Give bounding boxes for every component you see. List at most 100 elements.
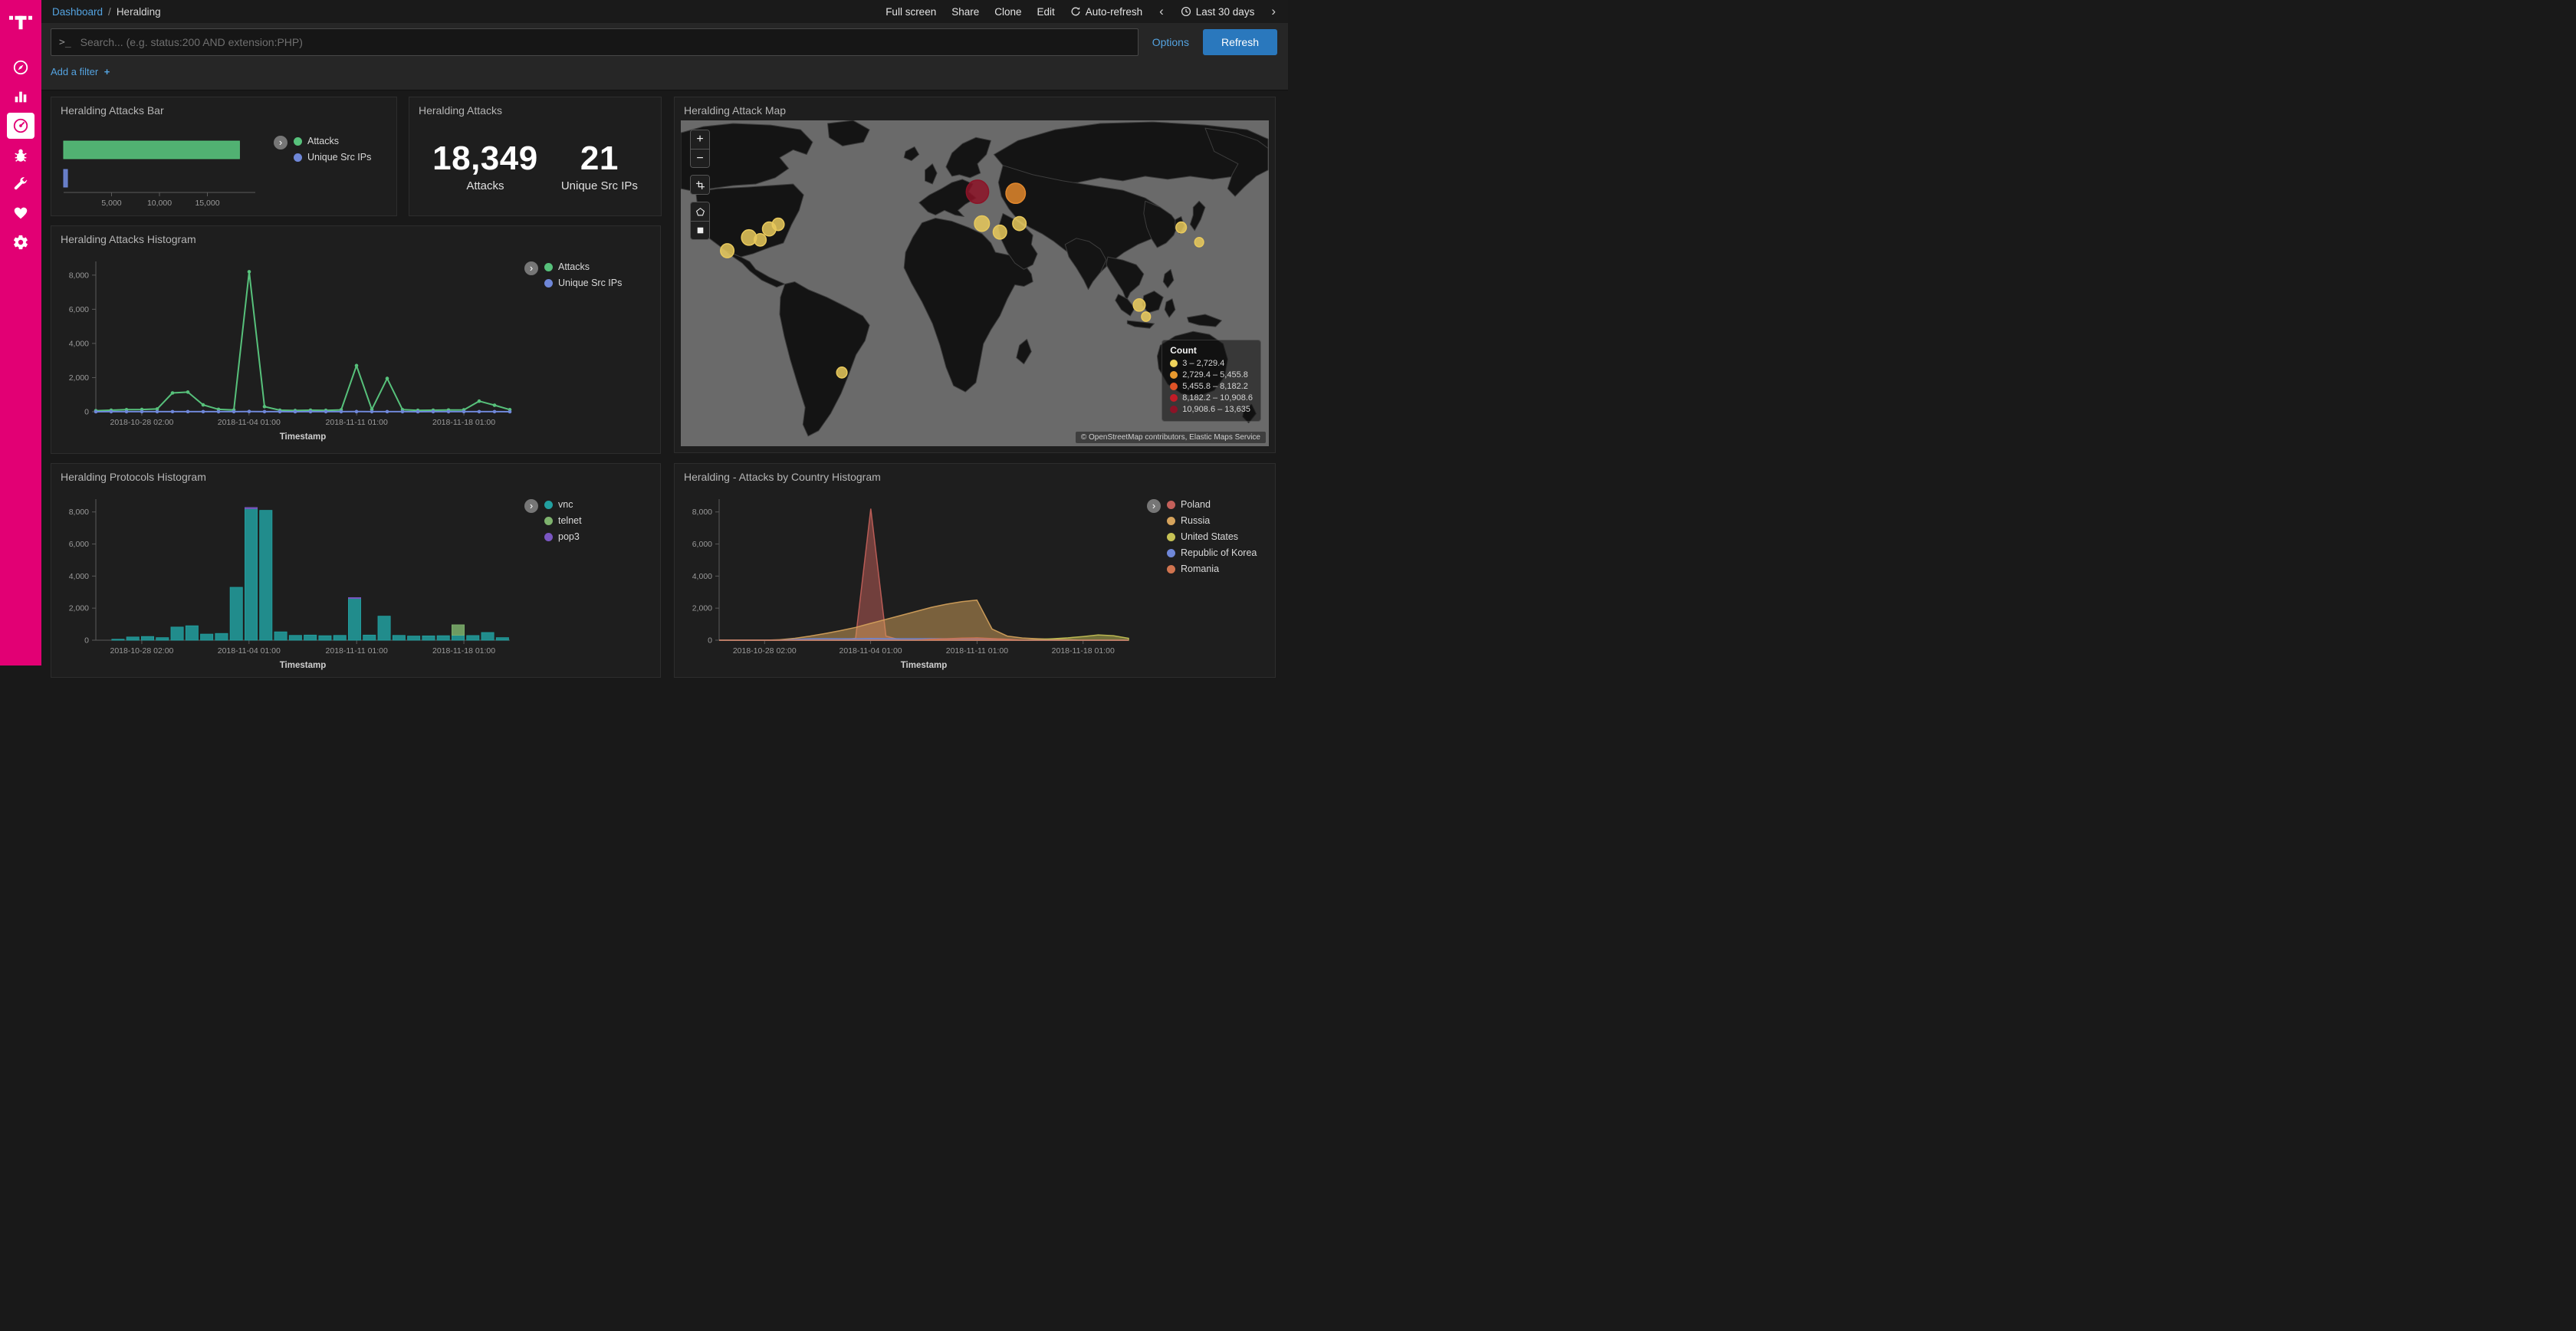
attack-location-marker[interactable] xyxy=(1133,299,1145,311)
landmass-greenland xyxy=(828,120,870,146)
map-fit-bounds-button[interactable] xyxy=(691,176,709,194)
clone-button[interactable]: Clone xyxy=(994,6,1021,18)
map-legend-color-dot xyxy=(1170,371,1178,379)
panel-heralding-attacks-bar: Heralding Attacks Bar 5,00010,00015,000 … xyxy=(51,97,397,216)
legend-label: vnc xyxy=(558,499,573,510)
panel-heralding-protocols-histogram: Heralding Protocols Histogram 02,0004,00… xyxy=(51,463,661,678)
breadcrumb-dashboard-link[interactable]: Dashboard xyxy=(52,6,103,18)
panel-title: Heralding Protocols Histogram xyxy=(51,464,660,486)
legend-color-dot xyxy=(294,153,302,162)
options-link[interactable]: Options xyxy=(1152,36,1189,48)
sidebar-item-dashboard-selected[interactable] xyxy=(7,113,34,139)
map-legend-color-dot xyxy=(1170,406,1178,413)
legend-label: Unique Src IPs xyxy=(307,152,371,163)
attack-location-marker[interactable] xyxy=(836,367,847,378)
breadcrumb-separator: / xyxy=(108,6,111,18)
legend-label: Republic of Korea xyxy=(1181,547,1257,558)
svg-text:2018-11-18 01:00: 2018-11-18 01:00 xyxy=(1052,646,1115,656)
panel-title: Heralding Attacks Bar xyxy=(51,97,396,120)
telekom-t-logo[interactable] xyxy=(9,9,32,36)
chart-legend: › Poland Russia United States Republic of K… xyxy=(1147,499,1257,580)
attack-location-marker[interactable] xyxy=(1176,222,1187,233)
legend-item[interactable]: pop3 xyxy=(544,531,582,542)
legend-item[interactable]: vnc xyxy=(544,499,582,510)
legend-collapse-icon[interactable]: › xyxy=(524,499,538,513)
legend-label: Romania xyxy=(1181,564,1219,574)
attack-location-marker[interactable] xyxy=(966,180,988,203)
auto-refresh-button[interactable]: Auto-refresh xyxy=(1070,6,1142,18)
map-legend-range-label: 2,729.4 – 5,455.8 xyxy=(1182,370,1248,380)
attack-location-marker[interactable] xyxy=(1194,238,1204,247)
attack-location-marker[interactable] xyxy=(974,215,990,231)
landmass-central-america xyxy=(726,251,785,288)
map-zoom-in-button[interactable]: + xyxy=(691,130,709,149)
add-filter-plus-icon[interactable]: + xyxy=(104,66,110,77)
heartbeat-icon xyxy=(12,205,29,222)
panel-heralding-attack-map: Heralding Attack Map xyxy=(674,97,1276,453)
attack-location-marker[interactable] xyxy=(721,244,734,258)
legend-item[interactable]: Unique Src IPs xyxy=(544,278,622,288)
landmass-uk xyxy=(925,164,938,184)
wrench-icon xyxy=(12,176,29,192)
legend-item[interactable]: Russia xyxy=(1167,515,1257,526)
legend-collapse-icon[interactable]: › xyxy=(274,136,288,150)
map-draw-rectangle-button[interactable] xyxy=(691,221,709,239)
map-zoom-out-button[interactable]: − xyxy=(691,149,709,167)
legend-collapse-icon[interactable]: › xyxy=(1147,499,1161,513)
full-screen-button[interactable]: Full screen xyxy=(886,6,936,18)
svg-text:4,000: 4,000 xyxy=(692,572,712,581)
gear-icon xyxy=(12,234,29,251)
sidebar-item-visualize[interactable] xyxy=(7,84,34,110)
legend-item[interactable]: Unique Src IPs xyxy=(294,152,371,163)
chart-legend: › Attacks Unique Src IPs xyxy=(274,136,371,168)
legend-label: Russia xyxy=(1181,515,1210,526)
attack-location-marker[interactable] xyxy=(1006,183,1025,203)
attack-location-marker[interactable] xyxy=(1013,216,1027,230)
sidebar-item-management[interactable] xyxy=(7,229,34,255)
country-histogram-chart: 02,0004,0006,0008,0002018-10-28 02:00201… xyxy=(681,490,1138,674)
time-back-chevron[interactable]: ‹ xyxy=(1158,4,1165,19)
svg-text:2018-10-28 02:00: 2018-10-28 02:00 xyxy=(110,418,173,427)
sidebar-item-discover[interactable] xyxy=(7,54,34,81)
edit-button[interactable]: Edit xyxy=(1037,6,1055,18)
metric-attacks: 18,349 Attacks xyxy=(432,140,538,192)
legend-item[interactable]: Romania xyxy=(1167,564,1257,574)
add-filter-link[interactable]: Add a filter xyxy=(51,66,98,77)
legend-label: Attacks xyxy=(307,136,339,146)
legend-item[interactable]: Poland xyxy=(1167,499,1257,510)
legend-item[interactable]: Attacks xyxy=(294,136,371,146)
sidebar-item-honeypot[interactable] xyxy=(7,142,34,168)
legend-item[interactable]: United States xyxy=(1167,531,1257,542)
time-range-picker[interactable]: Last 30 days xyxy=(1181,6,1255,18)
attack-location-marker[interactable] xyxy=(993,225,1007,239)
legend-color-dot xyxy=(1167,501,1175,509)
sidebar-item-devtools[interactable] xyxy=(7,171,34,197)
legend-label: United States xyxy=(1181,531,1238,542)
sidebar-item-monitoring[interactable] xyxy=(7,200,34,226)
search-input[interactable] xyxy=(79,35,1138,49)
share-button[interactable]: Share xyxy=(951,6,979,18)
legend-item[interactable]: telnet xyxy=(544,515,582,526)
legend-color-dot xyxy=(294,137,302,146)
attacks-histogram-chart: 02,0004,0006,0008,0002018-10-28 02:00201… xyxy=(58,252,519,445)
refresh-button[interactable]: Refresh xyxy=(1203,29,1277,55)
attack-location-marker[interactable] xyxy=(754,234,767,246)
attack-location-marker[interactable] xyxy=(1142,312,1151,321)
panel-title: Heralding Attacks xyxy=(409,97,661,120)
legend-item[interactable]: Republic of Korea xyxy=(1167,547,1257,558)
legend-item[interactable]: Attacks xyxy=(544,261,622,272)
metric-unique-src-ips: 21 Unique Src IPs xyxy=(561,140,638,192)
legend-collapse-icon[interactable]: › xyxy=(524,261,538,275)
map-attribution: © OpenStreetMap contributors, Elastic Ma… xyxy=(1076,432,1266,443)
svg-text:2,000: 2,000 xyxy=(69,604,89,613)
chart-svg: 02,0004,0006,0008,0002018-10-28 02:00201… xyxy=(58,490,519,674)
map-draw-polygon-button[interactable] xyxy=(691,202,709,221)
legend-color-dot xyxy=(1167,565,1175,573)
legend-color-dot xyxy=(544,501,553,509)
attack-map[interactable]: + − xyxy=(681,120,1269,446)
gauge-icon xyxy=(12,117,29,134)
attack-location-marker[interactable] xyxy=(772,219,784,231)
map-legend-color-dot xyxy=(1170,383,1178,390)
time-forward-chevron[interactable]: › xyxy=(1270,4,1277,19)
query-bar-section: >_ Options Refresh Add a filter + xyxy=(41,23,1288,90)
